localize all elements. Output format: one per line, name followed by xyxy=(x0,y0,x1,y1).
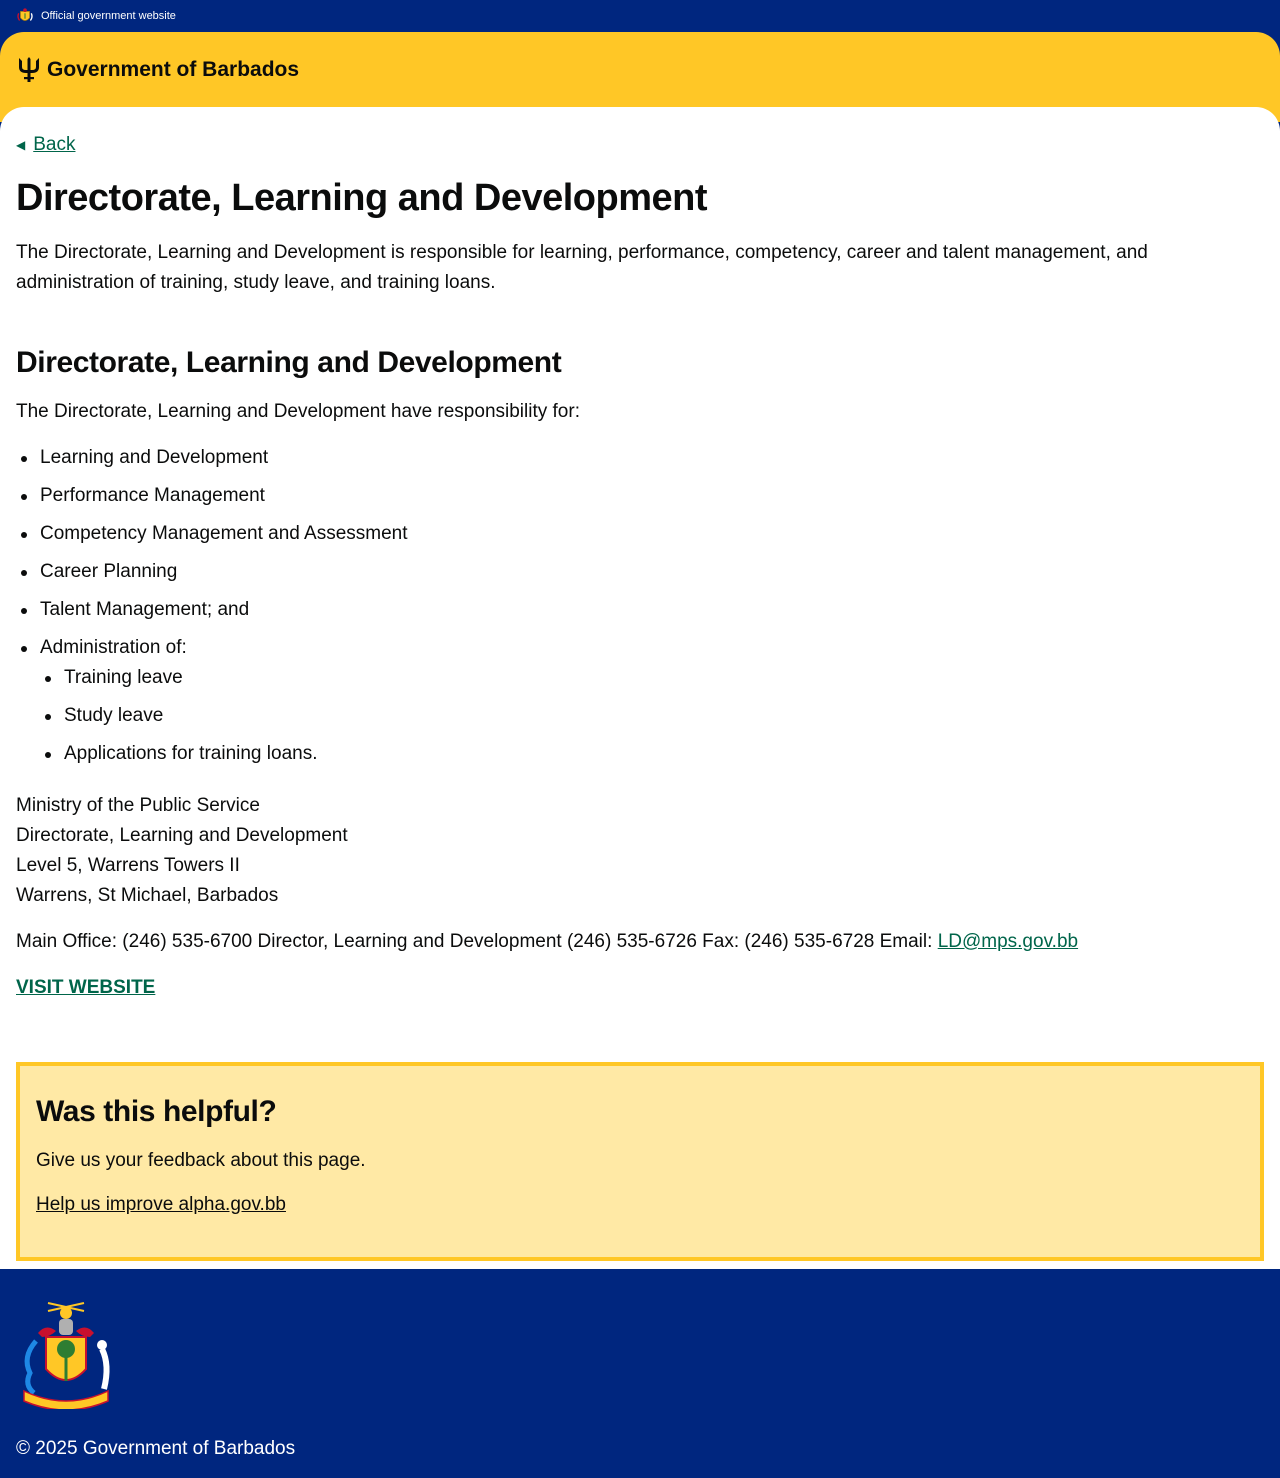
official-banner: Official government website xyxy=(0,0,1280,32)
section-intro: The Directorate, Learning and Developmen… xyxy=(16,401,580,422)
page-title: Directorate, Learning and Development xyxy=(16,177,708,219)
list-item: Competency Management and Assessment xyxy=(16,519,1264,549)
official-banner-label: Official government website xyxy=(41,10,176,22)
list-item: Career Planning xyxy=(16,557,1264,587)
coat-of-arms-icon xyxy=(23,1302,110,1409)
site-logo-link[interactable]: Government of Barbados xyxy=(16,56,299,84)
administration-sublist: Training leave Study leave Applications … xyxy=(40,663,1264,769)
contact-details: Main Office: (246) 535-6700 Director, Le… xyxy=(16,927,1264,957)
feedback-text: Give us your feedback about this page. xyxy=(36,1150,366,1171)
list-item-label: Administration of: xyxy=(40,637,187,658)
address-block: Ministry of the Public Service Directora… xyxy=(16,791,1264,911)
contact-text: Main Office: (246) 535-6700 Director, Le… xyxy=(16,931,933,952)
address-line: Level 5, Warrens Towers II xyxy=(16,855,240,876)
back-link[interactable]: ◀ Back xyxy=(16,134,1264,156)
responsibility-list: Learning and Development Performance Man… xyxy=(16,443,1264,769)
sublist-item: Study leave xyxy=(40,701,1264,731)
main-content: ◀ Back Directorate, Learning and Develop… xyxy=(0,107,1280,1269)
trident-icon xyxy=(19,57,39,82)
section-heading: Directorate, Learning and Development xyxy=(16,346,562,379)
list-item-administration: Administration of: Training leave Study … xyxy=(16,633,1264,769)
feedback-heading: Was this helpful? xyxy=(36,1095,277,1128)
address-line: Warrens, St Michael, Barbados xyxy=(16,885,279,906)
address-line: Ministry of the Public Service xyxy=(16,795,260,816)
visit-website-link[interactable]: VISIT WEBSITE xyxy=(16,973,155,1003)
address-line: Directorate, Learning and Development xyxy=(16,825,348,846)
list-item: Learning and Development xyxy=(16,443,1264,473)
footer-copyright: © 2025 Government of Barbados xyxy=(16,1438,296,1459)
sublist-item: Training leave xyxy=(40,663,1264,693)
list-item: Talent Management; and xyxy=(16,595,1264,625)
site-title: Government of Barbados xyxy=(47,58,300,81)
barbados-crest-icon xyxy=(17,8,33,21)
back-link-label: Back xyxy=(33,134,76,155)
feedback-link[interactable]: Help us improve alpha.gov.bb xyxy=(36,1190,286,1220)
feedback-panel: Was this helpful? Give us your feedback … xyxy=(16,1062,1264,1261)
email-link[interactable]: LD@mps.gov.bb xyxy=(938,931,1078,952)
list-item: Performance Management xyxy=(16,481,1264,511)
site-footer: © 2025 Government of Barbados xyxy=(0,1269,1280,1478)
sublist-item: Applications for training loans. xyxy=(40,739,1264,769)
page-lead: The Directorate, Learning and Developmen… xyxy=(16,242,1148,293)
arrow-left-icon: ◀ xyxy=(16,138,26,152)
